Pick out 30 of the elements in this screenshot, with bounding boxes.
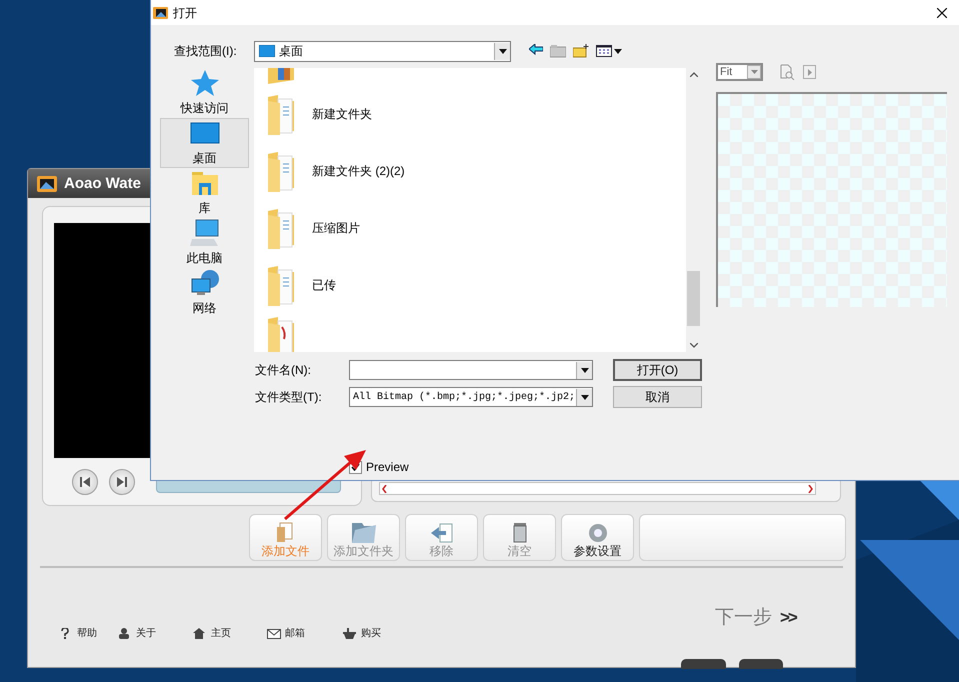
folder-item[interactable]: 已传 bbox=[254, 256, 686, 313]
footer-link[interactable]: 帮助 bbox=[59, 628, 97, 640]
look-in-dropdown[interactable]: 桌面 bbox=[254, 40, 511, 62]
footer-link[interactable]: 购买 bbox=[343, 628, 381, 640]
folder-item[interactable]: 压缩图片 bbox=[254, 199, 686, 256]
cancel-button[interactable]: 取消 bbox=[613, 386, 702, 408]
file-type-label: 文件类型(T): bbox=[255, 389, 323, 406]
footer-link[interactable]: 主页 bbox=[193, 628, 231, 640]
file-type-dropdown[interactable]: All Bitmap (*.bmp;*.jpg;*.jpeg;*.jp2; bbox=[349, 387, 593, 407]
file-type-value: All Bitmap (*.bmp;*.jpg;*.jpeg;*.jp2; bbox=[352, 390, 576, 404]
folder-item[interactable]: 新建文件夹 (2)(2) bbox=[254, 142, 686, 199]
folder-item[interactable]: 新建文件夹 bbox=[254, 85, 686, 142]
open-button[interactable]: 打开(O) bbox=[613, 359, 702, 381]
next-step-button[interactable]: 下一步 >> bbox=[715, 608, 796, 627]
look-in-label: 查找范围(I): bbox=[174, 43, 238, 60]
place-item[interactable]: 库 bbox=[160, 168, 249, 218]
toolbar-button[interactable]: 参数设置 bbox=[561, 514, 634, 561]
place-item[interactable]: 快速访问 bbox=[160, 68, 249, 118]
dialog-title: 打开 bbox=[173, 4, 197, 22]
next-step-label: 下一步 bbox=[715, 608, 772, 627]
window-title: Aoao Wate bbox=[64, 176, 141, 191]
file-name-label: 文件名(N): bbox=[255, 362, 312, 379]
zoom-dropdown[interactable]: Fit bbox=[716, 63, 763, 81]
next-arrows: >> bbox=[780, 609, 796, 626]
footer-link[interactable]: 邮箱 bbox=[267, 628, 305, 640]
footer-link[interactable]: 关于 bbox=[118, 628, 156, 640]
place-item[interactable]: 此电脑 bbox=[160, 218, 249, 268]
preview-label: Preview bbox=[366, 459, 409, 476]
place-item[interactable]: 桌面 bbox=[160, 118, 249, 168]
place-item[interactable]: 网络 bbox=[160, 268, 249, 318]
